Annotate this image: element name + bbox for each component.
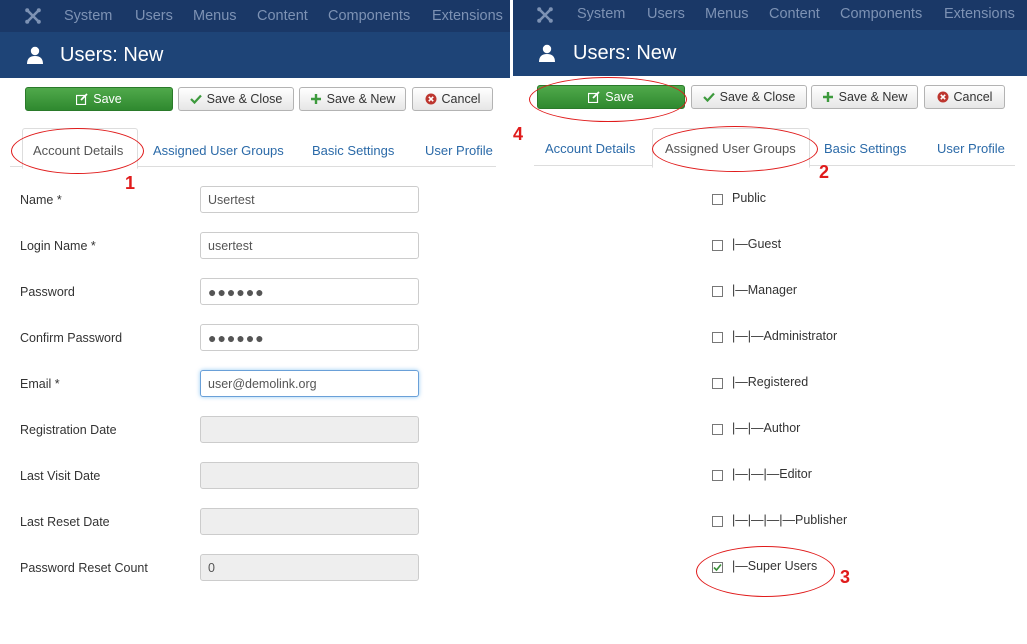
group-label-registered: |—Registered [732,375,809,389]
save-close-button[interactable]: Save & Close [178,87,294,111]
user-icon [27,46,43,64]
group-checkbox-public[interactable] [712,194,723,205]
tab-user-profile[interactable]: User Profile [937,141,1005,156]
group-checkbox-publisher[interactable] [712,516,723,527]
group-label-super-users: |—Super Users [732,559,818,573]
joomla-logo-icon[interactable] [24,7,42,25]
nav-item-extensions[interactable]: Extensions [944,6,1015,22]
group-label-editor: |—|—|—Editor [732,467,812,481]
user-icon [539,44,555,62]
tab-basic-settings[interactable]: Basic Settings [824,141,906,156]
group-checkbox-author[interactable] [712,424,723,435]
left-screenshot-panel: System Users Menus Content Components Ex… [0,0,510,644]
group-checkbox-registered[interactable] [712,378,723,389]
cancel-button[interactable]: Cancel [412,87,493,111]
cancel-icon [937,91,949,103]
last-visit-date-label: Last Visit Date [20,469,101,483]
login-name-label: Login Name * [20,239,96,253]
check-icon [189,94,202,105]
password-input[interactable] [200,278,419,305]
name-input[interactable] [200,186,419,213]
group-label-guest: |—Guest [732,237,782,251]
save-button[interactable]: Save [537,85,685,109]
email-input[interactable] [200,370,419,397]
tab-basic-settings[interactable]: Basic Settings [312,143,394,158]
cancel-button-label: Cancel [441,92,481,106]
annotation-number-4: 4 [513,124,524,144]
toolbar: Save Save & Close Save & New Cancel [0,78,510,122]
nav-item-content[interactable]: Content [257,8,308,24]
nav-item-components[interactable]: Components [328,8,410,24]
save-close-button[interactable]: Save & Close [691,85,807,109]
tab-user-profile[interactable]: User Profile [425,143,493,158]
tab-assigned-user-groups[interactable]: Assigned User Groups [153,143,284,158]
group-checkbox-manager[interactable] [712,286,723,297]
last-reset-date-input [200,508,419,535]
page-title: Users: New [573,42,677,64]
nav-item-components[interactable]: Components [840,6,922,22]
edit-icon [588,91,600,103]
login-name-input[interactable] [200,232,419,259]
annotation-number-1: 1 [125,173,136,193]
group-label-public: Public [732,191,767,205]
tab-account-details[interactable]: Account Details [33,143,123,158]
save-button-label: Save [605,90,634,104]
save-new-button[interactable]: Save & New [811,85,918,109]
password-reset-count-label: Password Reset Count [20,561,148,575]
nav-item-menus[interactable]: Menus [705,6,749,22]
group-checkbox-editor[interactable] [712,470,723,481]
check-icon [702,92,715,103]
registration-date-input [200,416,419,443]
page-title: Users: New [60,44,164,66]
save-close-button-label: Save & Close [719,90,796,104]
group-label-publisher: |—|—|—|—Publisher [732,513,848,527]
group-label-manager: |—Manager [732,283,798,297]
save-button-label: Save [93,92,122,106]
group-label-administrator: |—|—Administrator [732,329,838,343]
tab-account-details[interactable]: Account Details [545,141,635,156]
plus-icon [822,92,833,102]
nav-item-menus[interactable]: Menus [193,8,237,24]
cancel-icon [425,93,437,105]
group-checkbox-guest[interactable] [712,240,723,251]
annotation-number-3: 3 [840,567,851,587]
nav-item-extensions[interactable]: Extensions [432,8,503,24]
toolbar: Save Save & Close Save & New Cancel [513,76,1027,120]
last-reset-date-label: Last Reset Date [20,515,110,529]
cancel-button-label: Cancel [953,90,993,104]
nav-item-users[interactable]: Users [647,6,685,22]
confirm-password-label: Confirm Password [20,331,123,345]
password-reset-count-input [200,554,419,581]
top-navigation-bar: System Users Menus Content Components Ex… [0,0,510,32]
nav-item-users[interactable]: Users [135,8,173,24]
email-label: Email * [20,377,60,391]
edit-icon [76,93,88,105]
annotation-number-2: 2 [819,162,830,182]
save-new-button[interactable]: Save & New [299,87,406,111]
password-label: Password [20,285,75,299]
right-screenshot-panel: System Users Menus Content Components Ex… [513,0,1027,644]
save-close-button-label: Save & Close [206,92,283,106]
last-visit-date-input [200,462,419,489]
group-label-author: |—|—Author [732,421,801,435]
checkmark-icon [713,563,722,572]
save-button[interactable]: Save [25,87,173,111]
top-navigation-bar: System Users Menus Content Components Ex… [513,0,1027,30]
nav-item-content[interactable]: Content [769,6,820,22]
tab-assigned-user-groups[interactable]: Assigned User Groups [665,141,796,156]
group-checkbox-super-users[interactable] [712,562,723,573]
joomla-logo-icon[interactable] [536,6,554,24]
nav-item-system[interactable]: System [577,6,625,22]
plus-icon [310,94,321,104]
name-label: Name * [20,193,62,207]
save-new-button-label: Save & New [838,90,908,104]
group-checkbox-administrator[interactable] [712,332,723,343]
save-new-button-label: Save & New [326,92,396,106]
registration-date-label: Registration Date [20,423,117,437]
confirm-password-input[interactable] [200,324,419,351]
cancel-button[interactable]: Cancel [924,85,1005,109]
nav-item-system[interactable]: System [64,8,112,24]
